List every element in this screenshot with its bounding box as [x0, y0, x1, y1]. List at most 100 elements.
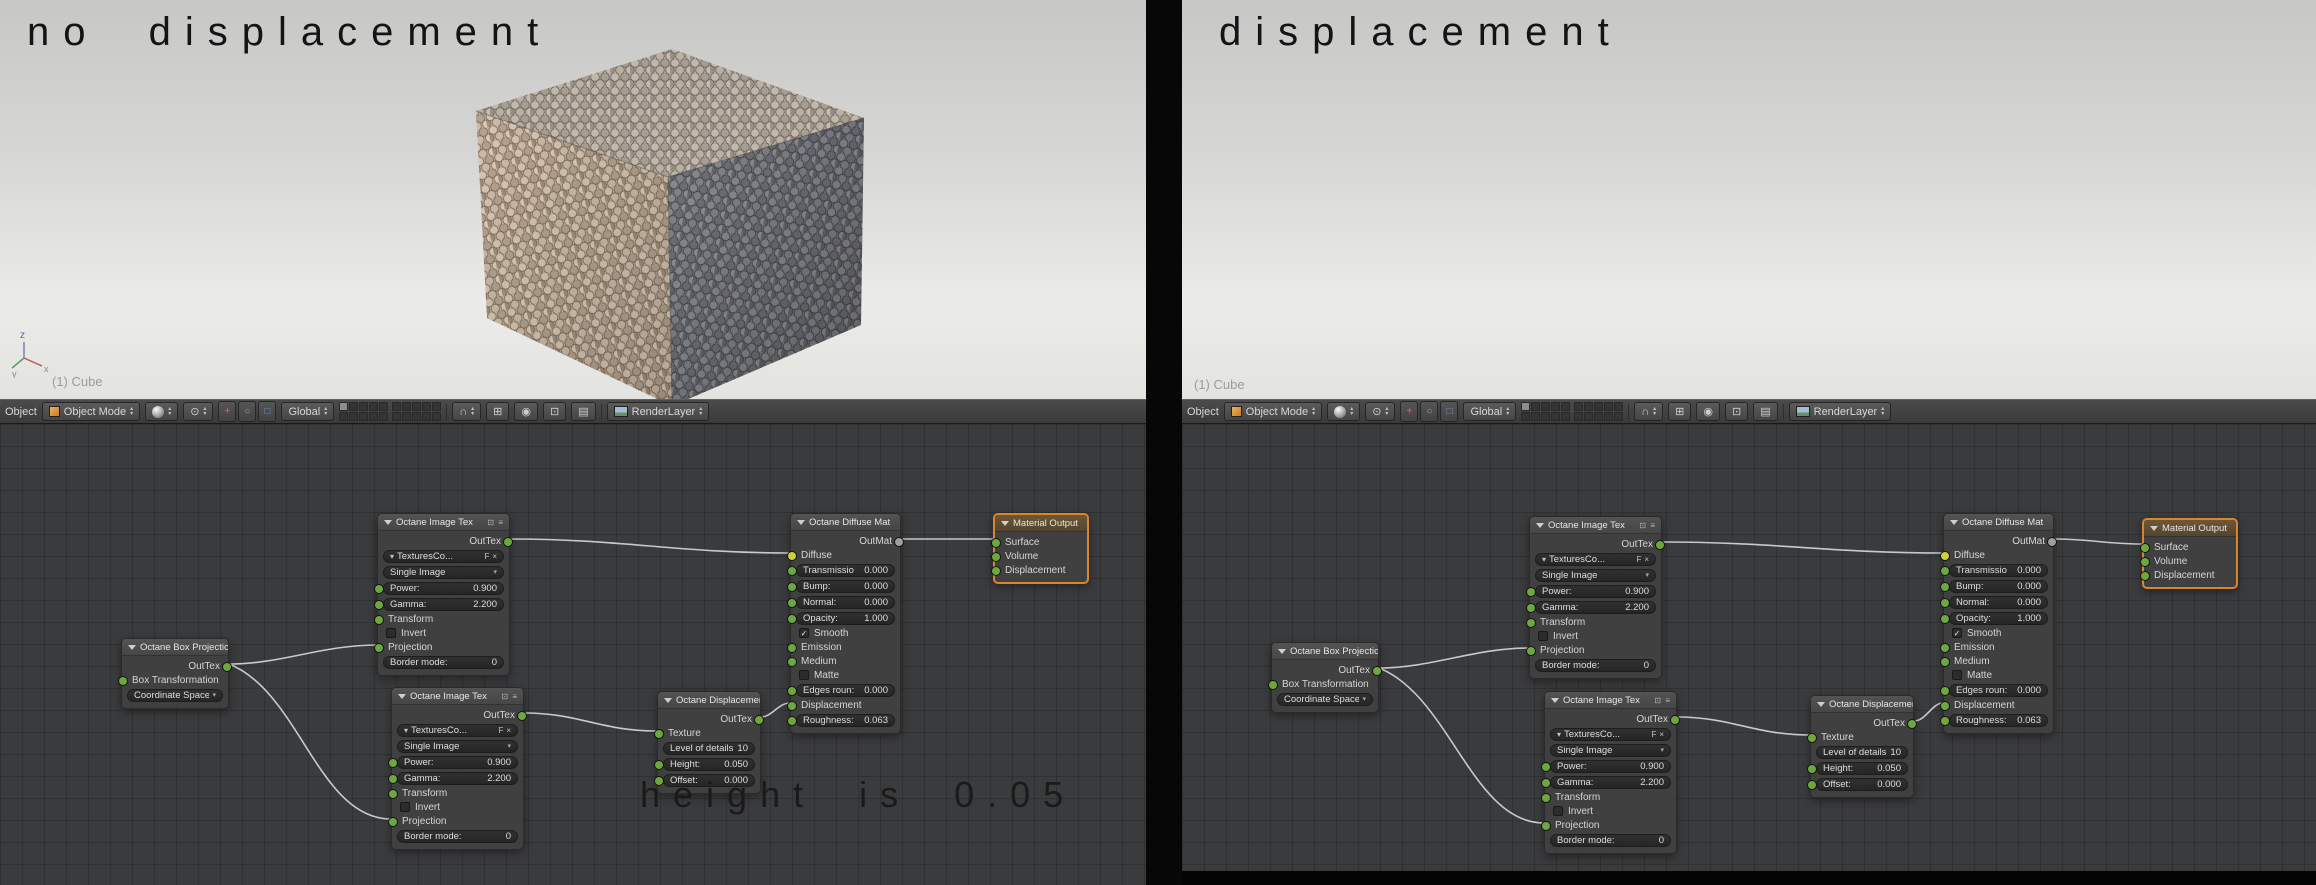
edges-input-socket[interactable]: [787, 685, 797, 696]
node-editor[interactable]: Octane Box Projection OutTex Box Transfo…: [1182, 424, 2316, 871]
layer-cell[interactable]: [349, 412, 359, 421]
output-socket[interactable]: [517, 710, 527, 721]
transmission-field[interactable]: Transmissio 0.000: [796, 563, 895, 577]
collapse-triangle-icon[interactable]: [1278, 648, 1286, 654]
gamma-field[interactable]: Gamma: 2.200: [397, 771, 518, 785]
projection-input-socket[interactable]: [1541, 820, 1551, 831]
gamma-field[interactable]: Gamma: 2.200: [1535, 600, 1656, 614]
roughness-input-socket[interactable]: [1940, 715, 1950, 726]
collapse-triangle-icon[interactable]: [664, 697, 672, 703]
transformation-input-socket[interactable]: [1268, 679, 1278, 690]
layers-block-2[interactable]: [392, 402, 442, 421]
translate-manipulator-button[interactable]: +: [1400, 401, 1419, 422]
image-datablock-widget[interactable]: ▾ TexturesCo... F ×: [397, 723, 518, 737]
proportional-edit-button[interactable]: ◉: [1696, 402, 1720, 421]
smooth-checkbox[interactable]: [799, 628, 809, 638]
invert-checkbox[interactable]: [386, 628, 396, 638]
displacement-input-socket[interactable]: [787, 700, 797, 711]
transform-input-socket[interactable]: [1541, 792, 1551, 803]
layer-cell[interactable]: [369, 402, 379, 411]
layer-cell[interactable]: [1561, 402, 1571, 411]
invert-checkbox[interactable]: [1553, 806, 1563, 816]
textured-cube[interactable]: [470, 45, 870, 399]
layer-cell[interactable]: [1574, 402, 1584, 411]
power-field[interactable]: Power: 0.900: [383, 581, 504, 595]
coordinate-space-menu[interactable]: Coordinate Space0 ▾: [1277, 692, 1373, 706]
scale-manipulator-button[interactable]: □: [1440, 401, 1459, 422]
browse-image-icon[interactable]: ▾: [1542, 555, 1546, 564]
collapse-triangle-icon[interactable]: [398, 693, 406, 699]
layer-cell[interactable]: [392, 402, 402, 411]
node-header[interactable]: Octane Box Projection: [122, 639, 228, 656]
medium-input-socket[interactable]: [1940, 656, 1950, 667]
bump-field[interactable]: Bump: 0.000: [1949, 579, 2048, 593]
normal-field[interactable]: Normal: 0.000: [796, 595, 895, 609]
node-header[interactable]: Octane Diffuse Mat: [791, 514, 900, 531]
layer-cell[interactable]: [1561, 412, 1571, 421]
volume-input-socket[interactable]: [991, 551, 1001, 562]
node-header[interactable]: Octane Diffuse Mat: [1944, 514, 2053, 531]
node-octane-image-tex-2[interactable]: Octane Image Tex ⊡ ≡ OutTex ▾ TexturesCo…: [1541, 691, 1680, 854]
gamma-field[interactable]: Gamma: 2.200: [383, 597, 504, 611]
pivot-point-button[interactable]: ⊙ ▴ ▾: [1365, 402, 1396, 421]
power-input-socket[interactable]: [1541, 761, 1551, 772]
projection-input-socket[interactable]: [1526, 645, 1536, 656]
layer-cell[interactable]: [339, 402, 349, 411]
collapse-triangle-icon[interactable]: [1817, 701, 1825, 707]
normal-field[interactable]: Normal: 0.000: [1949, 595, 2048, 609]
image-source-menu[interactable]: Single Image ▾: [383, 565, 504, 579]
matte-checkbox[interactable]: [1952, 670, 1962, 680]
height-input-socket[interactable]: [1807, 763, 1817, 774]
render-opengl-button[interactable]: ▤: [1753, 402, 1778, 421]
snap-element-button[interactable]: ⊞: [1668, 402, 1692, 421]
offset-input-socket[interactable]: [1807, 779, 1817, 790]
menu-object[interactable]: Object: [5, 406, 37, 418]
node-octane-diffuse-mat[interactable]: Octane Diffuse Mat OutMat Diffuse Transm…: [1940, 513, 2057, 734]
node-material-output[interactable]: Material Output Surface Volume Displacem…: [2140, 518, 2238, 589]
gamma-input-socket[interactable]: [374, 599, 384, 610]
offset-field[interactable]: Offset: 0.000: [1816, 777, 1908, 791]
collapse-triangle-icon[interactable]: [1001, 520, 1009, 526]
proportional-edit-button[interactable]: ◉: [514, 402, 538, 421]
surface-input-socket[interactable]: [2140, 542, 2150, 553]
node-header[interactable]: Octane Image Tex ⊡ ≡: [1530, 517, 1661, 534]
layers-block-1[interactable]: [339, 402, 389, 421]
snap-button[interactable]: ∩ ▴ ▾: [1634, 402, 1664, 421]
power-input-socket[interactable]: [388, 757, 398, 768]
unlink-image-button[interactable]: ×: [1659, 730, 1664, 739]
node-octane-box-projection[interactable]: Octane Box Projection OutTex Box Transfo…: [1268, 642, 1382, 713]
bump-input-socket[interactable]: [1940, 581, 1950, 592]
transmission-field[interactable]: Transmissio 0.000: [1949, 563, 2048, 577]
edges-input-socket[interactable]: [1940, 685, 1950, 696]
smooth-checkbox[interactable]: [1952, 628, 1962, 638]
gamma-input-socket[interactable]: [1526, 602, 1536, 613]
opacity-field[interactable]: Opacity: 1.000: [796, 611, 895, 625]
layer-cell[interactable]: [1541, 402, 1551, 411]
browse-image-icon[interactable]: ▾: [390, 552, 394, 561]
layer-cell[interactable]: [432, 412, 442, 421]
node-header[interactable]: Octane Displacement: [1811, 696, 1913, 713]
layer-cell[interactable]: [349, 402, 359, 411]
node-octane-image-tex-2[interactable]: Octane Image Tex ⊡ ≡ OutTex ▾ TexturesCo…: [388, 687, 527, 850]
node-octane-box-projection[interactable]: Octane Box Projection OutTex Box Transfo…: [118, 638, 232, 709]
node-header[interactable]: Octane Image Tex ⊡ ≡: [1545, 692, 1676, 709]
power-field[interactable]: Power: 0.900: [397, 755, 518, 769]
layer-cell[interactable]: [379, 402, 389, 411]
image-source-menu[interactable]: Single Image ▾: [1550, 743, 1671, 757]
layer-cell[interactable]: [1614, 412, 1624, 421]
edges-rounding-field[interactable]: Edges roun: 0.000: [796, 683, 895, 697]
medium-input-socket[interactable]: [787, 656, 797, 667]
diffuse-input-socket[interactable]: [1940, 550, 1950, 561]
output-socket[interactable]: [894, 536, 904, 547]
power-field[interactable]: Power: 0.900: [1535, 584, 1656, 598]
projection-input-socket[interactable]: [374, 642, 384, 653]
roughness-field[interactable]: Roughness: 0.063: [796, 713, 895, 727]
roughness-input-socket[interactable]: [787, 715, 797, 726]
height-field[interactable]: Height: 0.050: [663, 757, 755, 771]
coordinate-space-menu[interactable]: Coordinate Space0 ▾: [127, 688, 223, 702]
layer-cell[interactable]: [379, 412, 389, 421]
layer-cell[interactable]: [1594, 412, 1604, 421]
node-octane-diffuse-mat[interactable]: Octane Diffuse Mat OutMat Diffuse Transm…: [787, 513, 904, 734]
image-datablock-widget[interactable]: ▾ TexturesCo... F ×: [383, 549, 504, 563]
layer-cell[interactable]: [1521, 402, 1531, 411]
